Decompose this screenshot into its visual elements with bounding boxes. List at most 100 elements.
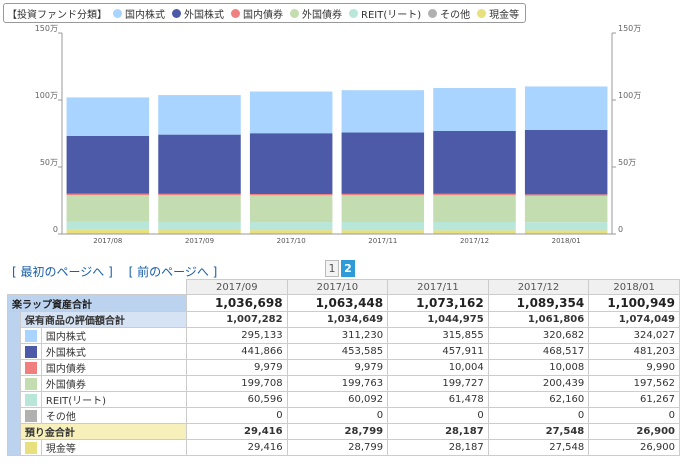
bar-segment — [158, 230, 241, 234]
bar-segment — [524, 230, 608, 234]
bar-segment — [66, 221, 150, 230]
page-nav: [ 最初のページへ ] [ 前のページへ ] — [12, 263, 229, 280]
swatch-box — [24, 361, 37, 374]
cell: 1,089,354 — [487, 294, 590, 312]
bar-segment — [249, 195, 333, 223]
cell: 457,911 — [387, 343, 489, 360]
cell: 1,034,649 — [286, 311, 389, 328]
cell: 1,063,448 — [286, 294, 389, 312]
legend-dot-icon — [428, 8, 438, 18]
first-page-link[interactable]: [ 最初のページへ ] — [12, 265, 113, 279]
cell: 61,267 — [588, 391, 680, 408]
legend-dot-icon — [290, 8, 299, 18]
x-tick-label: 2017/11 — [368, 237, 397, 245]
legend-item-domestic-bond[interactable]: 国内債券 — [231, 6, 283, 21]
cell: 315,855 — [387, 327, 489, 344]
row-label: 保有商品の評価額合計 — [19, 311, 188, 328]
bar-segment — [158, 221, 241, 231]
legend-title: 【投資ファンド分類】 — [7, 9, 107, 21]
cell: 468,517 — [487, 343, 590, 360]
cell: 10,004 — [387, 359, 489, 376]
legend-item-domestic-stock[interactable]: 国内株式 — [113, 6, 165, 21]
bar-segment — [341, 90, 425, 133]
col-header: 2017/09 — [186, 279, 288, 295]
row-label: その他 — [40, 407, 188, 424]
table-row: その他 0 0 0 0 0 — [8, 407, 680, 424]
table-row: 国内株式 295,133 311,230 315,855 320,682 324… — [8, 327, 680, 344]
page-1-button[interactable]: 1 — [325, 260, 339, 277]
y-tick-label-left: 0 — [53, 225, 58, 234]
cell: 28,799 — [286, 423, 389, 440]
color-swatch — [19, 391, 42, 408]
legend-dot-icon — [113, 8, 122, 18]
cell: 441,866 — [186, 343, 288, 360]
bar-segment — [341, 195, 425, 222]
bar-segment — [524, 86, 608, 130]
swatch-box — [24, 409, 37, 422]
cell: 453,585 — [286, 343, 389, 360]
legend-item-foreign-bond[interactable]: 外国債券 — [290, 6, 342, 21]
table-row: REIT(リート) 60,596 60,092 61,478 62,160 61… — [8, 391, 680, 408]
prev-page-link[interactable]: [ 前のページへ ] — [129, 265, 218, 279]
color-swatch — [19, 375, 42, 392]
swatch-box-cash — [24, 441, 37, 454]
bar-segment — [524, 129, 608, 195]
total-band — [7, 311, 21, 456]
table-row: 外国債券 199,708 199,763 199,727 200,439 197… — [8, 375, 680, 392]
cell: 60,092 — [286, 391, 389, 408]
bar-segment — [249, 193, 333, 196]
cell: 199,763 — [286, 375, 389, 392]
color-swatch — [19, 407, 42, 424]
cell: 28,187 — [387, 423, 489, 440]
bar-segment — [433, 193, 516, 196]
legend-item-reit[interactable]: REIT(リート) — [349, 6, 421, 21]
x-tick-label: 2017/08 — [93, 237, 122, 245]
total-row: 楽ラップ資産合計 1,036,698 1,063,448 1,073,162 1… — [6, 294, 680, 312]
row-label: 現金等 — [40, 439, 188, 456]
legend-item-other[interactable]: その他 — [428, 6, 470, 21]
bar-segment — [66, 193, 150, 196]
y-tick-label-right: 100万 — [618, 91, 641, 100]
x-tick-label: 2017/12 — [460, 237, 489, 245]
row-label: 外国債券 — [40, 375, 188, 392]
cell: 1,073,162 — [387, 294, 489, 312]
col-header: 2017/12 — [487, 279, 590, 295]
cell: 481,203 — [588, 343, 680, 360]
table-row: 国内債券 9,979 9,979 10,004 10,008 9,990 — [8, 359, 680, 376]
cell: 28,187 — [387, 439, 489, 456]
bar-segment — [341, 221, 425, 231]
bar-segment — [433, 88, 516, 131]
cell: 197,562 — [588, 375, 680, 392]
cell: 61,478 — [387, 391, 489, 408]
bar-segment — [433, 221, 516, 231]
swatch-box — [24, 393, 37, 406]
bar-segment — [249, 91, 333, 134]
cell: 324,027 — [588, 327, 680, 344]
bar-segment — [158, 134, 241, 194]
cell: 199,708 — [186, 375, 288, 392]
color-swatch — [19, 359, 42, 376]
y-tick-label-right: 150万 — [618, 24, 641, 33]
bar-segment — [524, 222, 608, 231]
swatch-box — [24, 377, 37, 390]
page-2-button[interactable]: 2 — [341, 260, 355, 277]
bar-segment — [341, 132, 425, 194]
y-tick-label-right: 0 — [618, 225, 623, 234]
color-swatch — [19, 439, 42, 456]
legend-dot-icon — [477, 8, 487, 18]
legend-item-cash[interactable]: 現金等 — [477, 6, 519, 21]
row-label: 外国株式 — [40, 343, 188, 360]
table-row: 現金等 29,416 28,799 28,187 27,548 26,900 — [8, 439, 680, 456]
cell: 0 — [487, 407, 590, 424]
cell: 26,900 — [588, 423, 680, 440]
bar-segment — [524, 194, 608, 196]
cell: 60,596 — [186, 391, 288, 408]
x-tick-label: 2018/01 — [552, 237, 581, 245]
row-label: REIT(リート) — [40, 391, 188, 408]
cell: 10,008 — [487, 359, 590, 376]
col-header: 2017/11 — [387, 279, 489, 295]
cell: 1,061,806 — [487, 311, 590, 328]
bar-segment — [66, 135, 150, 194]
cell: 9,979 — [286, 359, 389, 376]
legend-item-foreign-stock[interactable]: 外国株式 — [172, 6, 224, 21]
